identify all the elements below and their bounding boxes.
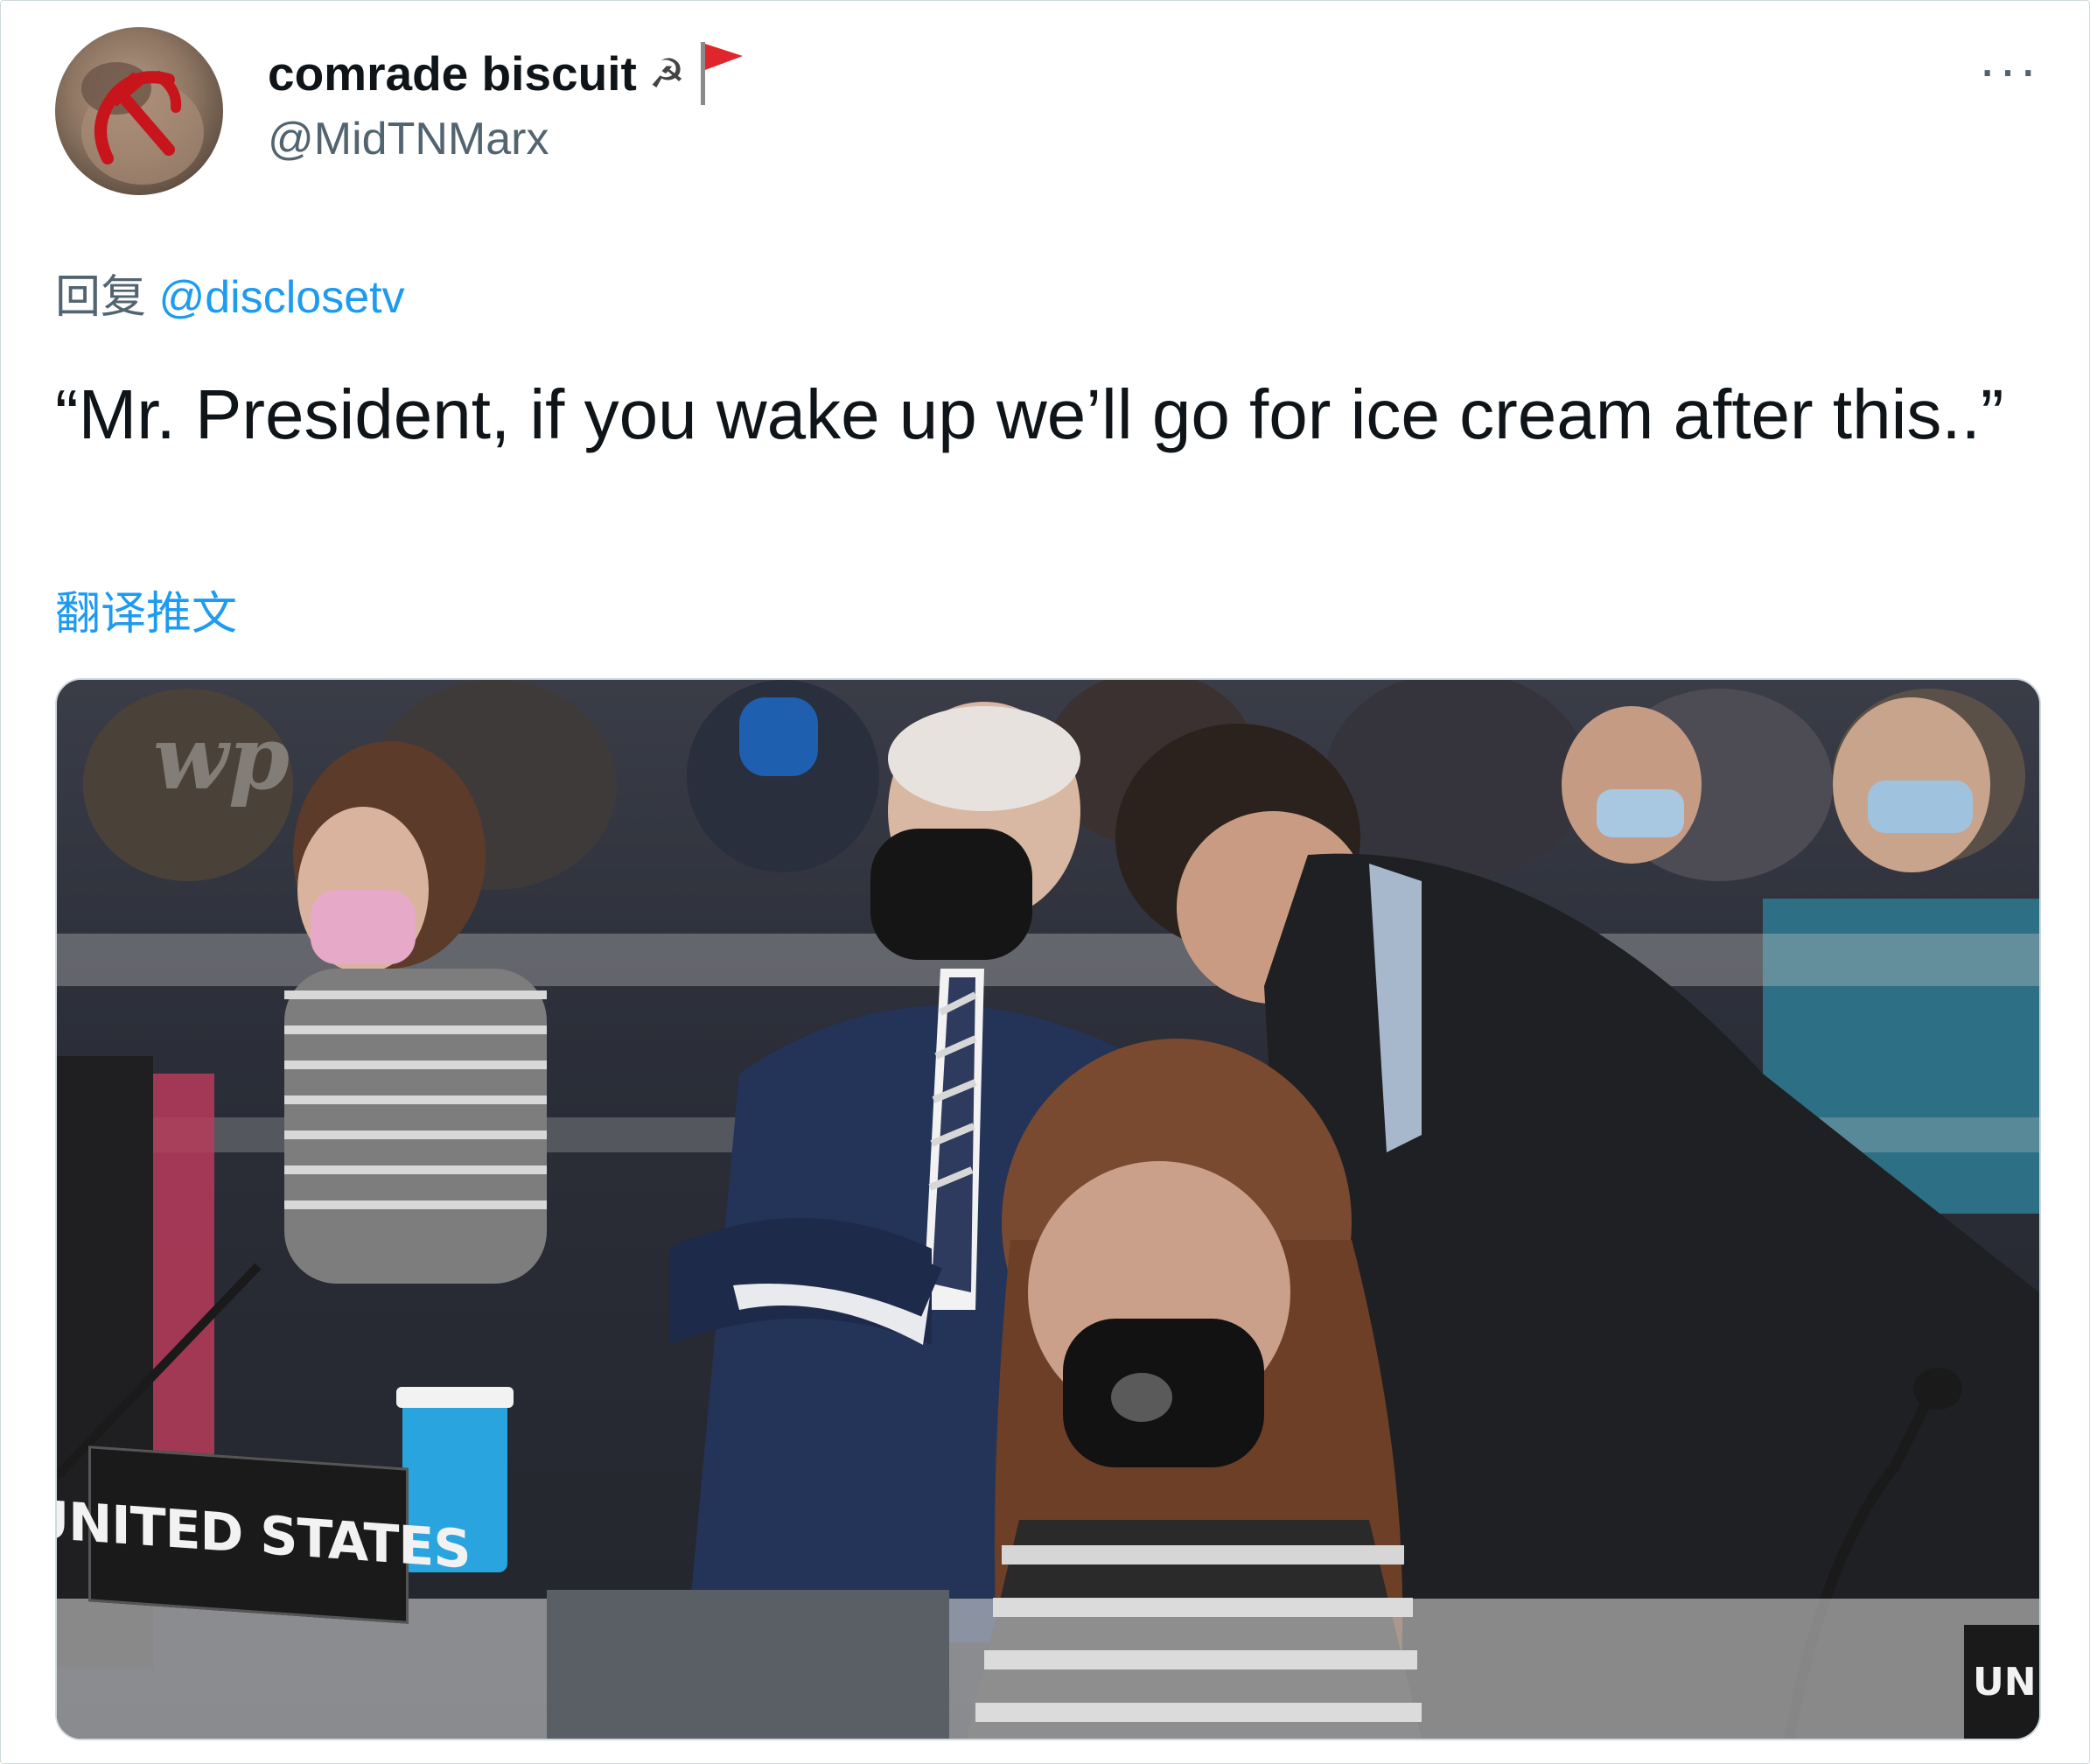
- user-handle[interactable]: @MidTNMarx: [268, 113, 549, 165]
- reply-context: 回复 @disclosetv: [55, 260, 405, 326]
- translate-tweet-link[interactable]: 翻译推文: [55, 577, 237, 642]
- country-nameplate: UNITED STATES: [57, 1446, 471, 1624]
- avatar[interactable]: [55, 27, 223, 195]
- hammer-and-sickle-icon: [81, 62, 204, 185]
- display-name[interactable]: comrade biscuit: [268, 46, 637, 102]
- tweet-media-image[interactable]: wp UNITED STATES UNI: [55, 678, 2041, 1740]
- sickle-icon: ☭: [648, 51, 686, 96]
- red-flag-icon: [701, 42, 744, 105]
- tweet-card: comrade biscuit ☭ @MidTNMarx ··· 回复 @dis…: [0, 0, 2090, 1764]
- display-name-row[interactable]: comrade biscuit ☭: [268, 42, 746, 105]
- tweet-text: “Mr. President, if you wake up we’ll go …: [55, 375, 2004, 453]
- media-watermark: wp: [153, 706, 290, 809]
- country-nameplate-partial: UNI: [1964, 1625, 2039, 1739]
- reply-mention-link[interactable]: @disclosetv: [158, 272, 404, 323]
- more-options-icon[interactable]: ···: [1974, 41, 2044, 97]
- reply-prefix: 回复: [55, 272, 147, 323]
